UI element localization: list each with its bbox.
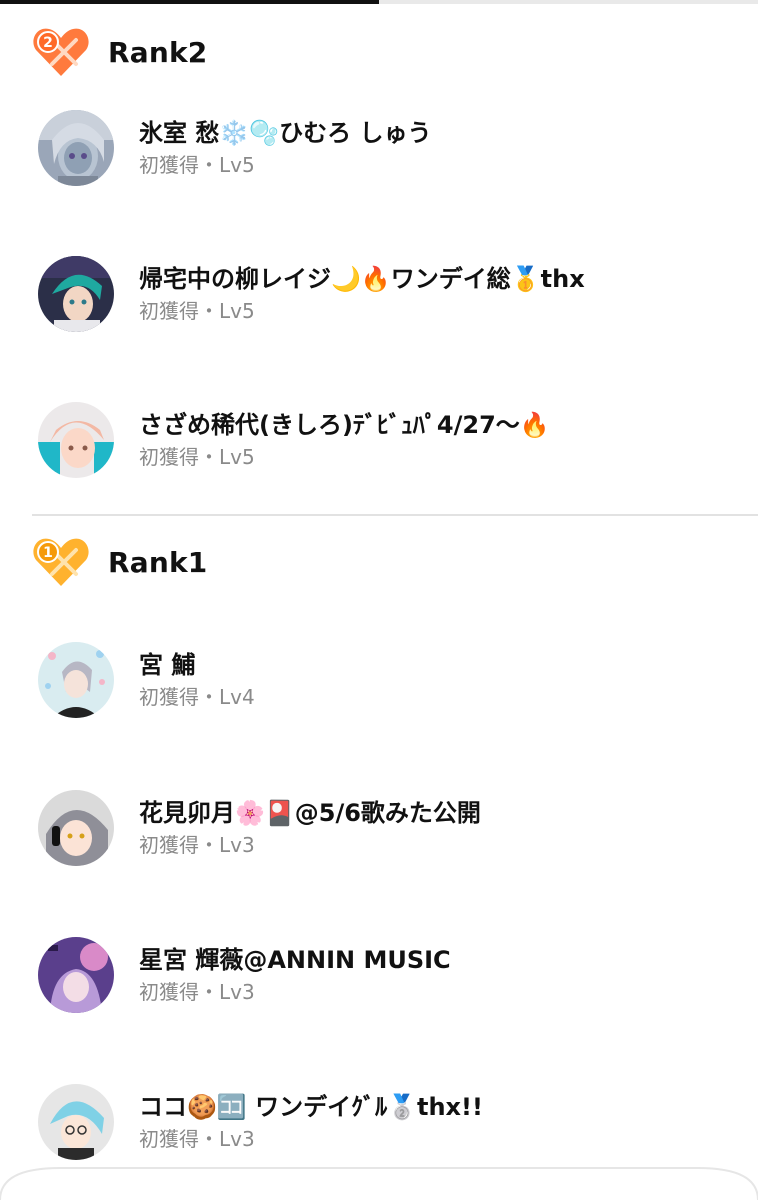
user-meta: 初獲得・Lv5 xyxy=(139,445,255,469)
user-name: 氷室 愁❄️🫧ひむろ しゅう xyxy=(139,119,432,147)
rank1-badge-number: 1 xyxy=(43,545,53,561)
avatar[interactable] xyxy=(38,642,114,718)
list-item[interactable]: 氷室 愁❄️🫧ひむろ しゅう 初獲得・Lv5 xyxy=(38,108,738,188)
rank2-badge-number: 2 xyxy=(43,35,53,51)
section-title-rank1: Rank1 xyxy=(108,545,208,579)
top-progress-bar xyxy=(0,0,758,4)
bottom-sheet-edge xyxy=(0,1167,758,1200)
user-meta: 初獲得・Lv3 xyxy=(139,1127,255,1151)
user-name: さざめ稀代(きしろ)ﾃﾞﾋﾞｭﾊﾟ4/27〜🔥 xyxy=(139,411,550,439)
user-meta: 初獲得・Lv5 xyxy=(139,299,255,323)
heart-rank2-badge-icon: 2 xyxy=(32,26,90,78)
progress-fill xyxy=(0,0,379,4)
user-name: 星宮 輝薇@ANNIN MUSIC xyxy=(139,946,451,974)
user-meta: 初獲得・Lv3 xyxy=(139,833,255,857)
rank2-header: 2 Rank2 xyxy=(32,22,208,82)
avatar[interactable] xyxy=(38,937,114,1013)
list-item[interactable]: 帰宅中の柳レイジ🌙🔥ワンデイ総🥇thx 初獲得・Lv5 xyxy=(38,254,738,334)
user-meta: 初獲得・Lv4 xyxy=(139,685,255,709)
avatar[interactable] xyxy=(38,1084,114,1160)
user-name: 帰宅中の柳レイジ🌙🔥ワンデイ総🥇thx xyxy=(139,265,585,293)
avatar[interactable] xyxy=(38,110,114,186)
avatar[interactable] xyxy=(38,790,114,866)
user-meta: 初獲得・Lv5 xyxy=(139,153,255,177)
list-item[interactable]: 星宮 輝薇@ANNIN MUSIC 初獲得・Lv3 xyxy=(38,935,738,1015)
section-title-rank2: Rank2 xyxy=(108,35,208,69)
user-name: 宮 鯆 xyxy=(139,651,196,679)
user-meta: 初獲得・Lv3 xyxy=(139,980,255,1004)
list-item[interactable]: さざめ稀代(きしろ)ﾃﾞﾋﾞｭﾊﾟ4/27〜🔥 初獲得・Lv5 xyxy=(38,400,738,480)
user-name: 花見卯月🌸🎴@5/6歌みた公開 xyxy=(139,799,481,827)
avatar[interactable] xyxy=(38,256,114,332)
avatar[interactable] xyxy=(38,402,114,478)
rank1-header: 1 Rank1 xyxy=(32,532,208,592)
section-divider xyxy=(32,514,758,516)
list-item[interactable]: 宮 鯆 初獲得・Lv4 xyxy=(38,640,738,720)
user-name: ココ🍪🈁 ワンデイｸﾞﾙ🥈thx!! xyxy=(139,1093,483,1121)
heart-rank1-badge-icon: 1 xyxy=(32,536,90,588)
list-item[interactable]: 花見卯月🌸🎴@5/6歌みた公開 初獲得・Lv3 xyxy=(38,788,738,868)
